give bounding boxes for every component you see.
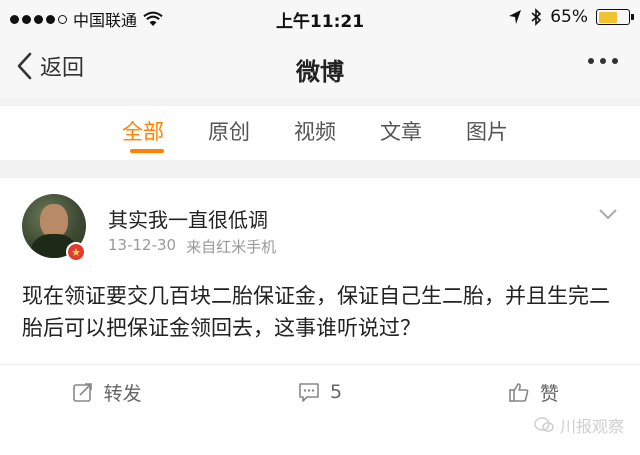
verified-badge-icon: ★ bbox=[66, 242, 86, 262]
post-meta: 13-12-30 来自红米手机 bbox=[108, 236, 276, 257]
battery-icon bbox=[596, 9, 634, 25]
repost-button[interactable]: 转发 bbox=[0, 374, 213, 410]
divider bbox=[0, 364, 640, 365]
repost-icon bbox=[72, 383, 92, 402]
more-options-button[interactable] bbox=[588, 58, 618, 64]
tab-photo[interactable]: 图片 bbox=[466, 106, 552, 160]
status-bar: 中国联通 上午11:21 65% bbox=[0, 0, 640, 36]
back-label: 返回 bbox=[40, 56, 85, 81]
watermark-text: 川报观察 bbox=[559, 417, 624, 436]
tab-article[interactable]: 文章 bbox=[380, 106, 466, 160]
post-card: ★ 其实我一直很低调 13-12-30 来自红米手机 现在领证要交几百块二胎保证… bbox=[0, 178, 640, 455]
status-right: 65% bbox=[508, 7, 634, 27]
comment-count: 5 bbox=[329, 381, 343, 403]
comment-icon bbox=[299, 383, 319, 402]
wechat-icon bbox=[534, 417, 554, 432]
chevron-left-icon bbox=[17, 52, 32, 80]
comment-button[interactable]: 5 bbox=[213, 374, 426, 410]
watermark: 川报观察 bbox=[534, 413, 624, 437]
post-actions: 转发 5 赞 bbox=[0, 374, 640, 410]
page-title: 微博 bbox=[296, 58, 344, 86]
tab-video[interactable]: 视频 bbox=[294, 106, 380, 160]
post-date: 13-12-30 bbox=[108, 236, 177, 254]
tab-original[interactable]: 原创 bbox=[208, 106, 294, 160]
battery-percent: 65% bbox=[550, 7, 588, 27]
back-button[interactable]: 返回 bbox=[14, 50, 84, 82]
chevron-down-icon[interactable] bbox=[598, 208, 618, 220]
more-icon bbox=[588, 58, 594, 64]
repost-label: 转发 bbox=[103, 382, 142, 405]
like-label: 赞 bbox=[539, 382, 559, 405]
username[interactable]: 其实我一直很低调 bbox=[108, 204, 268, 233]
thumbs-up-icon bbox=[509, 383, 529, 402]
like-button[interactable]: 赞 bbox=[427, 374, 640, 410]
post-source: 来自红米手机 bbox=[186, 238, 277, 256]
nav-bar: 返回 微博 bbox=[0, 36, 640, 98]
location-icon bbox=[509, 10, 522, 24]
post-text: 现在领证要交几百块二胎保证金，保证自己生二胎，并且生完二胎后可以把保证金领回去，… bbox=[22, 284, 610, 340]
bluetooth-icon bbox=[531, 8, 542, 26]
filter-tabs: 全部 原创 视频 文章 图片 bbox=[0, 106, 640, 160]
battery-level bbox=[598, 11, 618, 23]
tab-all[interactable]: 全部 bbox=[122, 106, 208, 160]
